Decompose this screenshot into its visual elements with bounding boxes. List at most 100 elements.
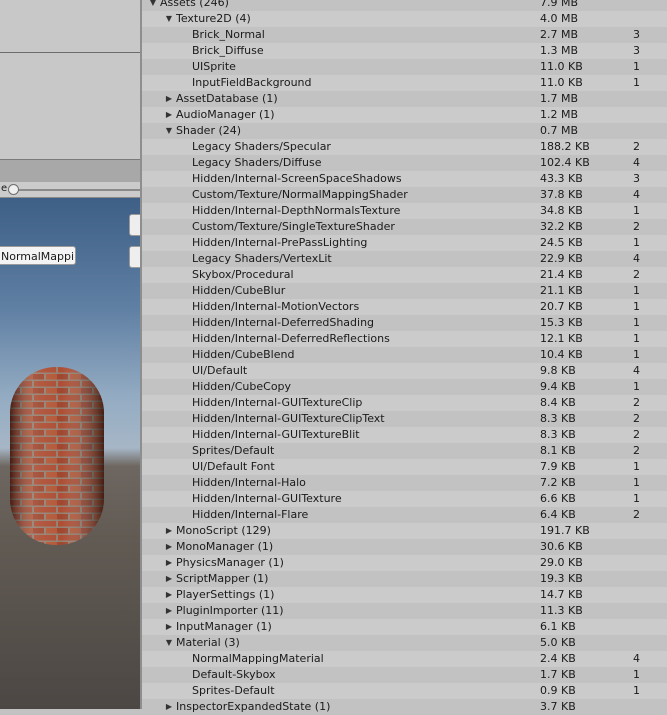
tree-row[interactable]: Hidden/Internal-DeferredReflections 12.1 … xyxy=(142,331,667,347)
tree-row[interactable]: UI/Default Font 7.9 KB 1 xyxy=(142,459,667,475)
tree-row[interactable]: ▶ InputManager (1) 6.1 KB xyxy=(142,619,667,635)
tree-row[interactable]: ▶ PlayerSettings (1) 14.7 KB xyxy=(142,587,667,603)
scale-slider-track[interactable] xyxy=(10,189,140,191)
row-ref-count: 2 xyxy=(633,508,640,521)
tree-row[interactable]: ▼ Assets (246) 7.9 MB xyxy=(142,0,667,11)
expand-arrow-right-icon[interactable]: ▶ xyxy=(164,91,174,107)
row-memory: 0.7 MB xyxy=(540,124,579,137)
row-memory: 12.1 KB xyxy=(540,332,583,345)
row-memory: 10.4 KB xyxy=(540,348,583,361)
tree-row[interactable]: Custom/Texture/SingleTextureShader 32.2 K… xyxy=(142,219,667,235)
tree-row[interactable]: Custom/Texture/NormalMappingShader 37.8 K… xyxy=(142,187,667,203)
row-name: UISprite xyxy=(192,60,236,73)
tree-row[interactable]: Hidden/Internal-MotionVectors 20.7 KB 1 xyxy=(142,299,667,315)
row-ref-count: 1 xyxy=(633,284,640,297)
tree-row[interactable]: Legacy Shaders/Specular 188.2 KB 2 xyxy=(142,139,667,155)
row-memory: 43.3 KB xyxy=(540,172,583,185)
expand-arrow-right-icon[interactable]: ▶ xyxy=(164,571,174,587)
tree-row[interactable]: ▶ PhysicsManager (1) 29.0 KB xyxy=(142,555,667,571)
row-name: Hidden/Internal-Halo xyxy=(192,476,306,489)
tree-row[interactable]: ▼ Texture2D (4) 4.0 MB xyxy=(142,11,667,27)
tree-row[interactable]: ▶ AssetDatabase (1) 1.7 MB xyxy=(142,91,667,107)
shader-dropdown[interactable]: NormalMappi xyxy=(0,246,76,265)
tree-row[interactable]: Sprites/Default 8.1 KB 2 xyxy=(142,443,667,459)
expand-arrow-down-icon[interactable]: ▼ xyxy=(148,0,158,11)
row-memory: 7.9 MB xyxy=(540,0,579,9)
tree-row[interactable]: Hidden/Internal-GUITextureClipText 8.3 KB… xyxy=(142,411,667,427)
row-memory: 20.7 KB xyxy=(540,300,583,313)
row-memory: 191.7 KB xyxy=(540,524,590,537)
viewport-button-1[interactable] xyxy=(129,214,140,236)
tree-row[interactable]: ▶ ScriptMapper (1) 19.3 KB xyxy=(142,571,667,587)
row-name: Custom/Texture/NormalMappingShader xyxy=(192,188,408,201)
tree-row[interactable]: Hidden/CubeBlur 21.1 KB 1 xyxy=(142,283,667,299)
tree-row[interactable]: Hidden/Internal-PrePassLighting 24.5 KB 1 xyxy=(142,235,667,251)
viewport-button-2[interactable] xyxy=(129,246,140,268)
row-memory: 11.0 KB xyxy=(540,76,583,89)
tree-row[interactable]: ▼ Shader (24) 0.7 MB xyxy=(142,123,667,139)
row-name: PluginImporter (11) xyxy=(176,604,284,617)
expand-arrow-right-icon[interactable]: ▶ xyxy=(164,523,174,539)
row-memory: 11.3 KB xyxy=(540,604,583,617)
tree-row[interactable]: Hidden/CubeCopy 9.4 KB 1 xyxy=(142,379,667,395)
tree-row[interactable]: UI/Default 9.8 KB 4 xyxy=(142,363,667,379)
row-name: Shader (24) xyxy=(176,124,242,137)
row-ref-count: 3 xyxy=(633,172,640,185)
scale-slider-thumb[interactable] xyxy=(8,184,19,195)
row-memory: 7.2 KB xyxy=(540,476,576,489)
row-ref-count: 1 xyxy=(633,60,640,73)
tree-row[interactable]: Legacy Shaders/Diffuse 102.4 KB 4 xyxy=(142,155,667,171)
expand-arrow-right-icon[interactable]: ▶ xyxy=(164,107,174,123)
row-name: Brick_Diffuse xyxy=(192,44,264,57)
expand-arrow-right-icon[interactable]: ▶ xyxy=(164,603,174,619)
tree-row[interactable]: InputFieldBackground 11.0 KB 1 xyxy=(142,75,667,91)
tree-row[interactable]: Brick_Normal 2.7 MB 3 xyxy=(142,27,667,43)
row-name: InputManager (1) xyxy=(176,620,272,633)
tree-row[interactable]: Sprites-Default 0.9 KB 1 xyxy=(142,683,667,699)
tree-row[interactable]: Brick_Diffuse 1.3 MB 3 xyxy=(142,43,667,59)
row-name: Hidden/CubeCopy xyxy=(192,380,292,393)
row-ref-count: 2 xyxy=(633,140,640,153)
tree-row[interactable]: Hidden/Internal-GUITexture 6.6 KB 1 xyxy=(142,491,667,507)
tree-row[interactable]: Default-Skybox 1.7 KB 1 xyxy=(142,667,667,683)
scene-viewport[interactable]: NormalMappi xyxy=(0,198,140,709)
expand-arrow-right-icon[interactable]: ▶ xyxy=(164,555,174,571)
tree-row[interactable]: Hidden/CubeBlend 10.4 KB 1 xyxy=(142,347,667,363)
row-name: Sprites/Default xyxy=(192,444,275,457)
tree-row[interactable]: NormalMappingMaterial 2.4 KB 4 xyxy=(142,651,667,667)
row-memory: 2.7 MB xyxy=(540,28,579,41)
tree-row[interactable]: ▶ AudioManager (1) 1.2 MB xyxy=(142,107,667,123)
expand-arrow-down-icon[interactable]: ▼ xyxy=(164,11,174,27)
row-memory: 24.5 KB xyxy=(540,236,583,249)
scene-tab-bar xyxy=(0,159,140,183)
tree-row[interactable]: UISprite 11.0 KB 1 xyxy=(142,59,667,75)
tree-row[interactable]: ▶ MonoManager (1) 30.6 KB xyxy=(142,539,667,555)
tree-row[interactable]: ▶ PluginImporter (11) 11.3 KB xyxy=(142,603,667,619)
tree-row[interactable]: Hidden/Internal-DepthNormalsTexture 34.8 … xyxy=(142,203,667,219)
tree-row[interactable]: ▶ InspectorExpandedState (1) 3.7 KB xyxy=(142,699,667,715)
tree-row[interactable]: Hidden/Internal-ScreenSpaceShadows 43.3 K… xyxy=(142,171,667,187)
tree-row[interactable]: Hidden/Internal-GUITextureBlit 8.3 KB 2 xyxy=(142,427,667,443)
row-ref-count: 2 xyxy=(633,396,640,409)
expand-arrow-right-icon[interactable]: ▶ xyxy=(164,699,174,715)
row-name: Hidden/Internal-PrePassLighting xyxy=(192,236,368,249)
row-name: Material (3) xyxy=(176,636,240,649)
tree-row[interactable]: Hidden/Internal-GUITextureClip 8.4 KB 2 xyxy=(142,395,667,411)
expand-arrow-right-icon[interactable]: ▶ xyxy=(164,619,174,635)
tree-row[interactable]: ▼ Material (3) 5.0 KB xyxy=(142,635,667,651)
expand-arrow-down-icon[interactable]: ▼ xyxy=(164,123,174,139)
row-name: MonoManager (1) xyxy=(176,540,274,553)
row-ref-count: 1 xyxy=(633,300,640,313)
expand-arrow-right-icon[interactable]: ▶ xyxy=(164,587,174,603)
tree-row[interactable]: Hidden/Internal-Halo 7.2 KB 1 xyxy=(142,475,667,491)
row-memory: 5.0 KB xyxy=(540,636,576,649)
tree-row[interactable]: Hidden/Internal-DeferredShading 15.3 KB 1 xyxy=(142,315,667,331)
tree-row[interactable]: Skybox/Procedural 21.4 KB 2 xyxy=(142,267,667,283)
expand-arrow-right-icon[interactable]: ▶ xyxy=(164,539,174,555)
expand-arrow-down-icon[interactable]: ▼ xyxy=(164,635,174,651)
row-memory: 1.7 KB xyxy=(540,668,576,681)
tree-row[interactable]: Hidden/Internal-Flare 6.4 KB 2 xyxy=(142,507,667,523)
tree-row[interactable]: Legacy Shaders/VertexLit 22.9 KB 4 xyxy=(142,251,667,267)
row-name: PlayerSettings (1) xyxy=(176,588,275,601)
tree-row[interactable]: ▶ MonoScript (129) 191.7 KB xyxy=(142,523,667,539)
